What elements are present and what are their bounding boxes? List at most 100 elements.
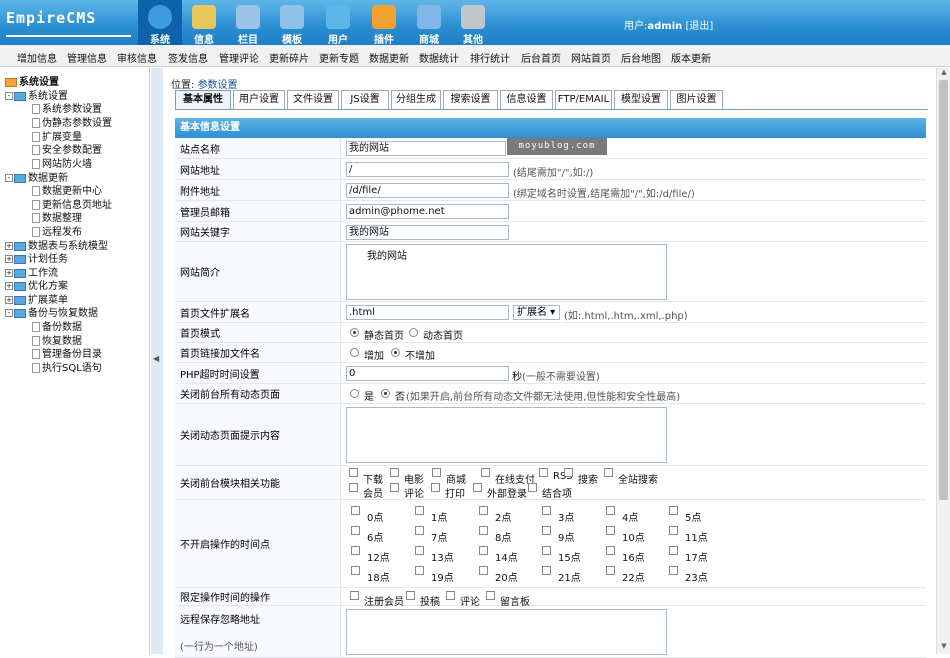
collapse-arrow-icon[interactable]: ◀	[153, 354, 159, 363]
hour-checkbox[interactable]	[415, 526, 424, 535]
expand-icon[interactable]: +	[5, 296, 13, 304]
tab-7[interactable]: 信息设置	[500, 90, 553, 110]
sidebar-item[interactable]: 执行SQL语句	[32, 359, 102, 374]
sidebar-item[interactable]: 远程发布	[32, 223, 82, 238]
sidebar-item[interactable]: 数据更新中心	[32, 182, 102, 197]
scroll-thumb[interactable]	[939, 80, 948, 500]
subnav-item[interactable]: 审核信息	[117, 50, 157, 65]
hour-checkbox[interactable]	[415, 546, 424, 555]
subnav-item[interactable]: 签发信息	[168, 50, 208, 65]
sidebar-item[interactable]: + 优化方案	[5, 277, 68, 292]
radio-static-index[interactable]	[350, 328, 359, 337]
hour-checkbox[interactable]	[669, 566, 678, 575]
expand-icon[interactable]: +	[5, 269, 13, 277]
limit-op-checkbox[interactable]	[446, 591, 455, 600]
tab-6[interactable]: 搜索设置	[443, 90, 498, 110]
close-module-checkbox[interactable]	[528, 483, 537, 492]
close-module-checkbox[interactable]	[473, 483, 482, 492]
radio-no-filename[interactable]	[391, 348, 400, 357]
tab-3[interactable]: 文件设置	[287, 90, 339, 110]
tab-8[interactable]: FTP/EMAIL	[555, 90, 612, 110]
subnav-item[interactable]: 后台首页	[521, 50, 561, 65]
expand-icon[interactable]: +	[5, 242, 13, 250]
subnav-item[interactable]: 数据更新	[369, 50, 409, 65]
radio-dynamic-index[interactable]	[409, 328, 418, 337]
hour-checkbox[interactable]	[479, 526, 488, 535]
tab-4[interactable]: JS设置	[341, 90, 389, 110]
scroll-up-icon[interactable]: ▲	[937, 68, 950, 80]
limit-op-checkbox[interactable]	[486, 591, 495, 600]
close-module-checkbox[interactable]	[539, 468, 548, 477]
expand-icon[interactable]: +	[5, 282, 13, 290]
site-name-input[interactable]: 我的网站	[346, 141, 506, 156]
radio-close-yes[interactable]	[350, 389, 359, 398]
sidebar-item[interactable]: 数据整理	[32, 209, 82, 224]
hour-checkbox[interactable]	[415, 506, 424, 515]
sidebar-item[interactable]: 网站防火墙	[32, 155, 92, 170]
hour-checkbox[interactable]	[669, 506, 678, 515]
subnav-item[interactable]: 网站首页	[571, 50, 611, 65]
close-module-checkbox[interactable]	[604, 468, 613, 477]
hour-checkbox[interactable]	[351, 546, 360, 555]
close-tip-textarea[interactable]	[346, 407, 667, 463]
hour-checkbox[interactable]	[351, 526, 360, 535]
file-url-input[interactable]: /d/file/	[346, 183, 509, 198]
subnav-item[interactable]: 更新碎片	[269, 50, 309, 65]
hour-checkbox[interactable]	[669, 546, 678, 555]
sidebar-item[interactable]: 安全参数配置	[32, 141, 102, 156]
hour-checkbox[interactable]	[606, 546, 615, 555]
sidebar-item[interactable]: - 备份与恢复数据	[5, 304, 98, 319]
subnav-item[interactable]: 更新专题	[319, 50, 359, 65]
tab-10[interactable]: 图片设置	[670, 90, 723, 110]
close-module-checkbox[interactable]	[564, 468, 573, 477]
close-module-checkbox[interactable]	[349, 468, 358, 477]
hour-checkbox[interactable]	[351, 506, 360, 515]
subnav-item[interactable]: 版本更新	[671, 50, 711, 65]
site-intro-textarea[interactable]: 我的网站	[346, 244, 667, 300]
hour-checkbox[interactable]	[606, 526, 615, 535]
index-ext-select[interactable]: 扩展名 ▾	[513, 305, 560, 320]
subnav-item[interactable]: 管理信息	[67, 50, 107, 65]
hour-checkbox[interactable]	[542, 546, 551, 555]
topnav-document-edit[interactable]: 信息	[182, 0, 226, 46]
tab-5[interactable]: 分组生成	[391, 90, 441, 110]
sidebar-item[interactable]: 伪静态参数设置	[32, 114, 112, 129]
topnav-globe[interactable]: 系统	[138, 0, 182, 46]
subnav-item[interactable]: 数据统计	[419, 50, 459, 65]
hour-checkbox[interactable]	[479, 566, 488, 575]
scroll-down-icon[interactable]: ▼	[937, 642, 950, 654]
vertical-scrollbar[interactable]: ▲ ▼	[936, 68, 950, 654]
logout-link[interactable]: [退出]	[685, 21, 713, 32]
topnav-folder[interactable]: 栏目	[226, 0, 270, 46]
sidebar-item[interactable]: 管理备份目录	[32, 345, 102, 360]
close-module-checkbox[interactable]	[432, 468, 441, 477]
sidebar-item[interactable]: 备份数据	[32, 318, 82, 333]
hour-checkbox[interactable]	[542, 526, 551, 535]
site-url-input[interactable]: /	[346, 162, 509, 177]
topnav-user[interactable]: 用户	[316, 0, 360, 46]
limit-op-checkbox[interactable]	[406, 591, 415, 600]
tab-2[interactable]: 用户设置	[233, 90, 285, 110]
hour-checkbox[interactable]	[479, 506, 488, 515]
sidebar-item[interactable]: 系统参数设置	[32, 100, 102, 115]
tab-9[interactable]: 模型设置	[614, 90, 668, 110]
hour-checkbox[interactable]	[606, 506, 615, 515]
ignore-addr-textarea[interactable]	[346, 609, 667, 655]
sidebar-item[interactable]: + 计划任务	[5, 250, 68, 265]
radio-close-no[interactable]	[381, 389, 390, 398]
close-module-checkbox[interactable]	[390, 468, 399, 477]
topnav-shop[interactable]: 商城	[407, 0, 451, 46]
php-timeout-input[interactable]: 0	[346, 366, 509, 381]
hour-checkbox[interactable]	[606, 566, 615, 575]
tab-1[interactable]: 基本属性	[175, 90, 231, 110]
topnav-template[interactable]: 模板	[270, 0, 314, 46]
collapse-icon[interactable]: -	[5, 174, 13, 182]
hour-checkbox[interactable]	[542, 506, 551, 515]
subnav-item[interactable]: 管理评论	[219, 50, 259, 65]
close-module-checkbox[interactable]	[431, 483, 440, 492]
close-module-checkbox[interactable]	[349, 483, 358, 492]
limit-op-checkbox[interactable]	[350, 591, 359, 600]
admin-email-input[interactable]: admin@phome.net	[346, 204, 509, 219]
subnav-item[interactable]: 后台地图	[621, 50, 661, 65]
collapse-icon[interactable]: -	[5, 309, 13, 317]
